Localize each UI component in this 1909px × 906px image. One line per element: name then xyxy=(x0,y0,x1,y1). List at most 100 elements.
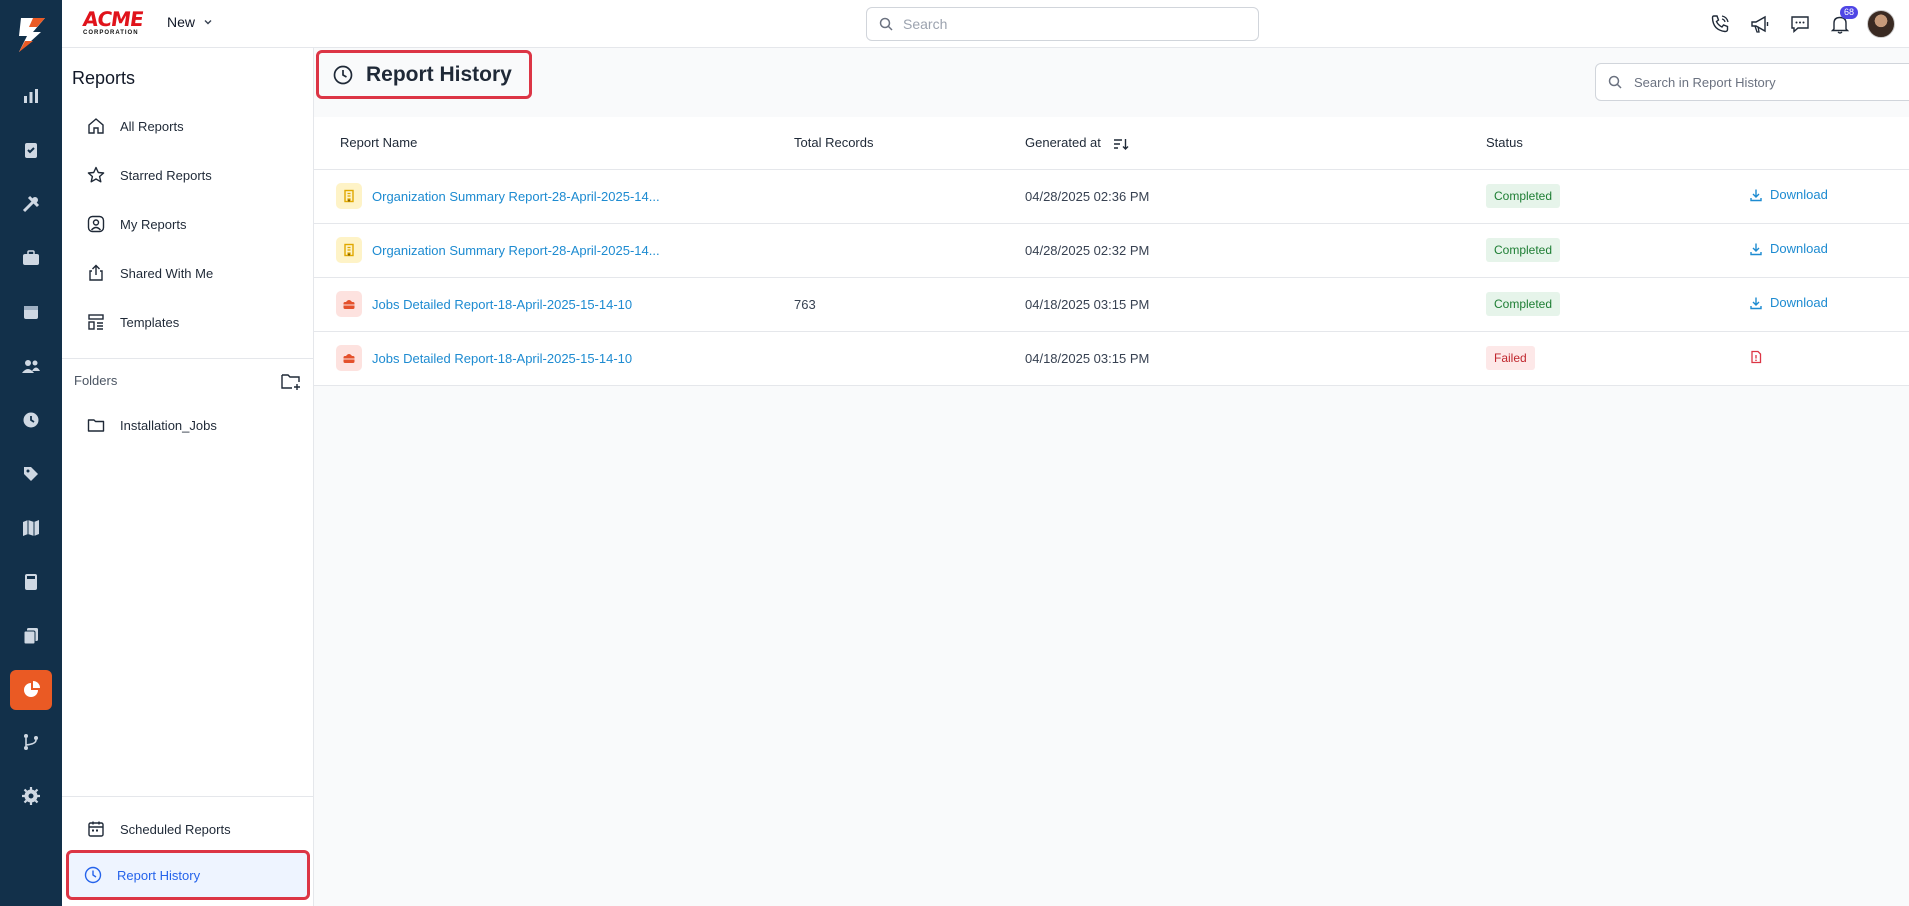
sidebar-item-scheduled-reports[interactable]: Scheduled Reports xyxy=(72,810,306,848)
sidebar-item-report-history[interactable]: Report History xyxy=(66,850,310,900)
report-name: Organization Summary Report-28-April-202… xyxy=(372,242,660,258)
total-records: 763 xyxy=(794,277,1025,332)
table-row: Jobs Detailed Report-18-April-2025-15-14… xyxy=(314,277,1909,332)
error-file-icon[interactable] xyxy=(1749,350,1763,364)
clock-icon xyxy=(333,65,353,84)
divider xyxy=(62,796,313,797)
download-button[interactable]: Download xyxy=(1749,295,1828,310)
global-search-input[interactable] xyxy=(903,16,1223,32)
sidebar-item-label: All Reports xyxy=(120,118,184,134)
generated-at: 04/28/2025 02:32 PM xyxy=(1025,223,1486,278)
table-header-row: Report Name Total Records Generated at S… xyxy=(314,117,1909,170)
report-history-search-input[interactable] xyxy=(1634,74,1894,90)
generated-at: 04/28/2025 02:36 PM xyxy=(1025,169,1486,224)
folder-icon xyxy=(87,419,105,432)
calendar-icon[interactable] xyxy=(17,298,45,326)
global-search[interactable] xyxy=(866,7,1259,41)
top-icons: 68 xyxy=(1707,6,1895,40)
tools-icon[interactable] xyxy=(17,190,45,218)
download-icon xyxy=(1750,243,1762,255)
page-header: Report History xyxy=(314,48,1909,117)
notifications-icon[interactable]: 68 xyxy=(1827,6,1858,40)
map-icon[interactable] xyxy=(17,514,45,542)
folders-label: Folders xyxy=(74,373,118,388)
tag-icon[interactable] xyxy=(17,460,45,488)
sidebar-item-label: Report History xyxy=(117,867,201,883)
calendar-icon xyxy=(88,821,104,837)
add-folder-icon[interactable] xyxy=(280,370,302,392)
clock-icon[interactable] xyxy=(17,406,45,434)
new-button[interactable]: New xyxy=(167,14,213,30)
avatar[interactable] xyxy=(1867,10,1895,38)
chevron-down-icon xyxy=(204,20,212,25)
report-name-link[interactable]: Jobs Detailed Report-18-April-2025-15-14… xyxy=(336,345,794,371)
download-label: Download xyxy=(1770,187,1828,203)
home-icon xyxy=(88,118,104,134)
calculator-icon[interactable] xyxy=(17,568,45,596)
main-content: Report History Report Name Total Records… xyxy=(314,48,1909,906)
settings-icon[interactable] xyxy=(17,782,45,810)
sidebar-item-label: Scheduled Reports xyxy=(120,821,231,837)
briefcase-icon[interactable] xyxy=(17,244,45,272)
download-label: Download xyxy=(1770,241,1828,257)
total-records xyxy=(794,331,1025,386)
report-name-link[interactable]: Jobs Detailed Report-18-April-2025-15-14… xyxy=(336,291,794,317)
organization-icon xyxy=(336,183,362,209)
column-header-generated-at[interactable]: Generated at xyxy=(1025,117,1486,170)
sidebar-item-starred-reports[interactable]: Starred Reports xyxy=(72,156,306,194)
status-badge: Failed xyxy=(1486,346,1535,370)
generated-at: 04/18/2025 03:15 PM xyxy=(1025,331,1486,386)
sidebar-item-shared-with-me[interactable]: Shared With Me xyxy=(72,254,306,292)
status-badge: Completed xyxy=(1486,184,1561,208)
workflow-icon[interactable] xyxy=(17,728,45,756)
status-badge: Completed xyxy=(1486,292,1561,316)
sort-icon[interactable] xyxy=(1113,137,1129,151)
total-records xyxy=(794,223,1025,278)
organization-icon xyxy=(336,237,362,263)
brand-logo[interactable]: ACME CORPORATION xyxy=(81,7,147,37)
page-title: Report History xyxy=(366,62,512,86)
download-icon xyxy=(1750,189,1762,201)
share-icon xyxy=(89,264,103,281)
report-name: Jobs Detailed Report-18-April-2025-15-14… xyxy=(372,350,633,366)
download-icon xyxy=(1750,297,1762,309)
sidebar-item-my-reports[interactable]: My Reports xyxy=(72,205,306,243)
reports-sidebar: Reports All Reports Starred Reports My R… xyxy=(62,48,314,906)
folder-label: Installation_Jobs xyxy=(120,417,217,433)
sidebar-item-all-reports[interactable]: All Reports xyxy=(72,107,306,145)
generated-at: 04/18/2025 03:15 PM xyxy=(1025,277,1486,332)
chat-icon[interactable] xyxy=(1787,8,1813,40)
phone-icon[interactable] xyxy=(1707,8,1733,40)
report-name-link[interactable]: Organization Summary Report-28-April-202… xyxy=(336,237,794,263)
column-header-status[interactable]: Status xyxy=(1486,117,1749,170)
app-rail xyxy=(0,0,62,906)
dashboard-icon[interactable] xyxy=(17,82,45,110)
sidebar-item-label: Shared With Me xyxy=(120,265,214,281)
total-records xyxy=(794,169,1025,224)
clock-icon xyxy=(84,866,102,884)
sidebar-item-label: Starred Reports xyxy=(120,167,212,183)
sidebar-item-templates[interactable]: Templates xyxy=(72,303,306,341)
template-icon xyxy=(88,314,104,330)
brand-name: ACME xyxy=(81,7,145,31)
column-header-actions xyxy=(1749,117,1909,170)
report-history-search[interactable] xyxy=(1595,63,1909,101)
report-history-table: Report Name Total Records Generated at S… xyxy=(314,117,1909,386)
search-icon xyxy=(1608,75,1622,89)
column-header-total-records[interactable]: Total Records xyxy=(794,117,1025,170)
download-button[interactable]: Download xyxy=(1749,187,1828,202)
job-icon xyxy=(336,291,362,317)
table-row: Organization Summary Report-28-April-202… xyxy=(314,223,1909,278)
download-button[interactable]: Download xyxy=(1749,241,1828,256)
column-header-report-name[interactable]: Report Name xyxy=(314,117,794,170)
app-logo-icon[interactable] xyxy=(11,14,51,54)
table-row: Organization Summary Report-28-April-202… xyxy=(314,169,1909,224)
megaphone-icon[interactable] xyxy=(1747,8,1773,40)
folder-item-installation-jobs[interactable]: Installation_Jobs xyxy=(72,406,306,444)
documents-icon[interactable] xyxy=(17,622,45,650)
users-icon[interactable] xyxy=(17,352,45,380)
reports-icon[interactable] xyxy=(10,670,52,710)
sidebar-item-label: Templates xyxy=(120,314,180,330)
clipboard-icon[interactable] xyxy=(17,136,45,164)
report-name-link[interactable]: Organization Summary Report-28-April-202… xyxy=(336,183,794,209)
